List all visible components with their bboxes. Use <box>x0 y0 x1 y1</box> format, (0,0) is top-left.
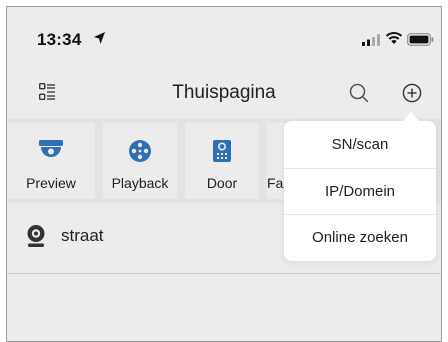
battery-icon <box>407 33 434 46</box>
device-name: straat <box>61 226 104 245</box>
location-arrow-icon <box>94 32 105 44</box>
camera-icon <box>27 225 45 247</box>
wifi-icon <box>385 32 403 44</box>
add-device-icon[interactable] <box>402 83 422 103</box>
app-screen: 13:34 Thuispagina Preview Playback Door … <box>6 6 442 342</box>
menu-item-ip-domain[interactable]: IP/Domein <box>284 168 436 214</box>
device-type-playback[interactable]: Playback <box>103 123 177 199</box>
status-bar: 13:34 <box>7 7 441 63</box>
dome-camera-icon <box>39 140 63 157</box>
device-type-door[interactable]: Door <box>185 123 259 199</box>
film-reel-icon <box>129 140 151 162</box>
device-type-preview[interactable]: Preview <box>7 123 95 199</box>
menu-item-online-search[interactable]: Online zoeken <box>284 214 436 260</box>
nav-bar: Thuispagina <box>7 71 441 115</box>
door-station-icon <box>213 140 231 162</box>
device-type-label: Playback <box>111 175 169 191</box>
status-time: 13:34 <box>37 30 82 49</box>
device-type-label: Preview <box>26 175 76 191</box>
menu-item-sn-scan[interactable]: SN/scan <box>284 122 436 168</box>
device-type-label: Door <box>206 175 238 191</box>
add-device-menu: SN/scan IP/Domein Online zoeken <box>284 112 436 261</box>
list-divider <box>7 273 441 274</box>
search-icon[interactable] <box>349 83 369 103</box>
popup-arrow <box>402 112 420 122</box>
page-title: Thuispagina <box>172 82 276 103</box>
cellular-signal-icon <box>362 34 380 46</box>
